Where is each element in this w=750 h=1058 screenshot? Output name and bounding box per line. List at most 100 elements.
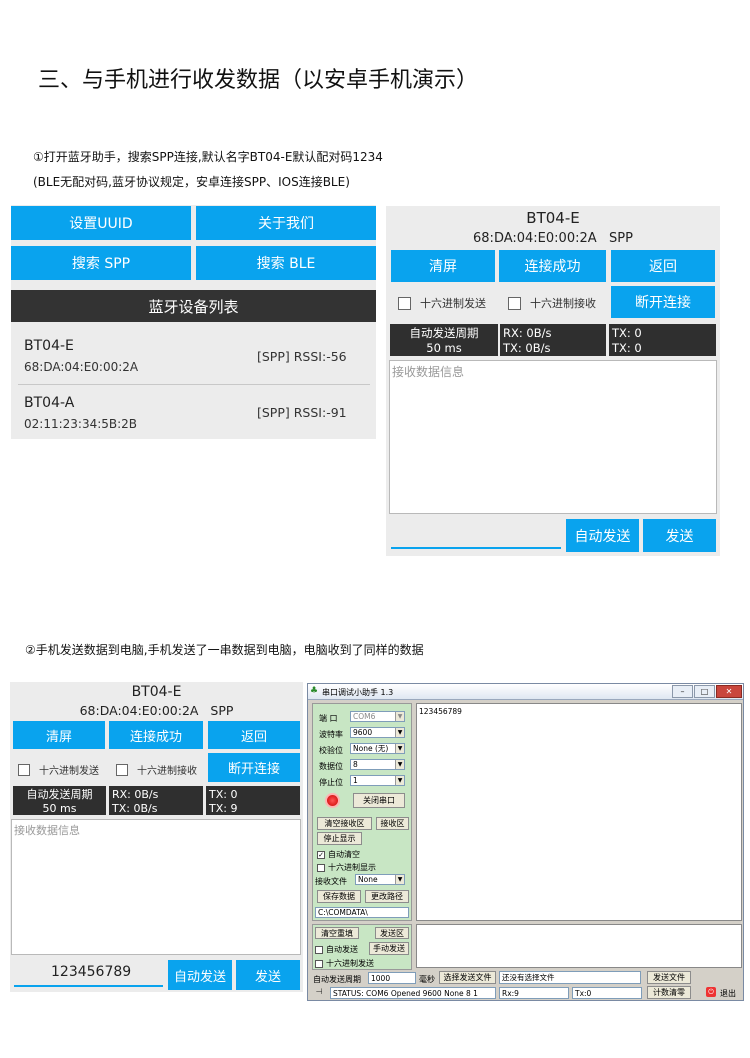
- close-port-button[interactable]: 关闭串口: [353, 793, 405, 808]
- device-mac: 68:DA:04:E0:00:2A: [24, 360, 139, 374]
- rx-rate: RX: 0B/s TX: 0B/s: [500, 324, 606, 356]
- auto-send-period[interactable]: 自动发送周期 50 ms: [390, 324, 498, 356]
- period-label: 自动发送周期: [313, 975, 361, 984]
- file-path-field: 还没有选择文件: [499, 971, 641, 984]
- send-input[interactable]: 123456789: [14, 960, 163, 987]
- chevron-down-icon: ▼: [395, 760, 404, 769]
- databits-select[interactable]: 8 ▼: [350, 759, 405, 770]
- chevron-down-icon: ▼: [395, 728, 404, 737]
- auto-clear-checkbox[interactable]: ✓ 自动清空: [317, 849, 360, 860]
- period-label: 自动发送周期: [26, 788, 93, 801]
- count-clear-button[interactable]: 计数清零: [647, 986, 691, 999]
- disconnect-button[interactable]: 断开连接: [208, 753, 300, 782]
- auto-send-period[interactable]: 自动发送周期 50 ms: [13, 786, 106, 815]
- step1-line2: (BLE无配对码,蓝牙协议规定，安卓连接SPP、IOS连接BLE): [33, 175, 350, 189]
- checkmark-icon: ✓: [317, 850, 325, 859]
- send-button[interactable]: 发送: [236, 960, 300, 990]
- search-spp-button[interactable]: 搜索 SPP: [11, 246, 191, 280]
- about-us-button[interactable]: 关于我们: [196, 206, 376, 240]
- period-input[interactable]: 1000: [368, 972, 416, 984]
- device-name: BT04-A: [24, 395, 75, 411]
- device-name: BT04-E: [24, 338, 74, 354]
- hex-send-label: 十六进制发送: [39, 766, 99, 777]
- chevron-down-icon: ▼: [395, 744, 404, 753]
- change-path-button[interactable]: 更改路径: [365, 890, 409, 903]
- stop-display-button[interactable]: 停止显示: [317, 832, 362, 845]
- send-area-button[interactable]: 发送区: [375, 927, 409, 939]
- device-name: BT04-E: [131, 684, 182, 700]
- maximize-icon[interactable]: □: [694, 685, 715, 698]
- back-button[interactable]: 返回: [611, 250, 715, 282]
- checkbox-icon: [317, 863, 325, 872]
- stopbits-label: 停止位: [319, 778, 343, 787]
- hex-display-checkbox[interactable]: 十六进制显示: [317, 862, 376, 873]
- chevron-down-icon: ▼: [395, 875, 404, 884]
- chevron-down-icon: ▼: [395, 712, 404, 721]
- settings-panel: 端 口 COM6 ▼ 波特率 9600 ▼ 校验位 None (无) ▼ 数据位 8 ▼…: [312, 703, 412, 921]
- device-name: BT04-E: [526, 209, 580, 227]
- checkbox-icon: [116, 763, 128, 776]
- minimize-icon[interactable]: –: [672, 685, 693, 698]
- device-mac: 68:DA:04:E0:00:2A SPP: [79, 703, 234, 718]
- manual-send-button[interactable]: 手动发送: [369, 942, 409, 955]
- period-label: 自动发送周期: [409, 326, 479, 340]
- serial-send-area[interactable]: [416, 924, 742, 968]
- auto-send-checkbox[interactable]: 自动发送: [315, 944, 358, 955]
- rx-rate: RX: 0B/s TX: 0B/s: [109, 786, 203, 815]
- port-label: 端 口: [319, 714, 338, 723]
- ms-label: 毫秒: [419, 975, 435, 984]
- hex-send-checkbox[interactable]: 十六进制发送: [398, 295, 486, 311]
- hex-recv-checkbox[interactable]: 十六进制接收: [116, 762, 197, 777]
- device-row[interactable]: BT04-E 68:DA:04:E0:00:2A [SPP] RSSI:-56: [11, 328, 376, 383]
- recv-file-label: 接收文件: [315, 877, 347, 886]
- status-bar: STATUS: COM6 Opened 9600 None 8 1: [330, 987, 496, 999]
- checkbox-icon: [398, 296, 411, 310]
- clear-button[interactable]: 清屏: [391, 250, 495, 282]
- disconnect-button[interactable]: 断开连接: [611, 286, 715, 318]
- recv-area-button[interactable]: 接收区: [376, 817, 409, 830]
- hex-recv-label: 十六进制接收: [530, 297, 596, 310]
- device-info: [SPP] RSSI:-56: [257, 349, 347, 364]
- checkbox-icon: [18, 763, 30, 776]
- clear-recv-button[interactable]: 清空接收区: [317, 817, 372, 830]
- connected-button[interactable]: 连接成功: [109, 721, 203, 749]
- exit-button[interactable]: 退出: [720, 988, 736, 999]
- parity-select[interactable]: None (无) ▼: [350, 743, 405, 754]
- hex-send-label: 十六进制发送: [420, 297, 486, 310]
- clear-button[interactable]: 清屏: [13, 721, 105, 749]
- chevron-down-icon: ▼: [395, 776, 404, 785]
- device-list-title: 蓝牙设备列表: [11, 290, 376, 322]
- choose-file-button[interactable]: 选择发送文件: [439, 971, 496, 984]
- port-select[interactable]: COM6 ▼: [350, 711, 405, 722]
- back-button[interactable]: 返回: [208, 721, 300, 749]
- databits-label: 数据位: [319, 762, 343, 771]
- app-icon: ♣: [310, 686, 319, 696]
- baud-select[interactable]: 9600 ▼: [350, 727, 405, 738]
- device-row[interactable]: BT04-A 02:11:23:34:5B:2B [SPP] RSSI:-91: [11, 386, 376, 438]
- auto-send-button[interactable]: 自动发送: [566, 519, 639, 552]
- set-uuid-button[interactable]: 设置UUID: [11, 206, 191, 240]
- app-screen-2: BT04-E 68:DA:04:E0:00:2A SPP 清屏 连接成功 返回 …: [10, 682, 303, 992]
- device-mac: 02:11:23:34:5B:2B: [24, 417, 138, 431]
- search-ble-button[interactable]: 搜索 BLE: [196, 246, 376, 280]
- tx-count-line2: TX: 9: [209, 802, 238, 815]
- send-button[interactable]: 发送: [643, 519, 716, 552]
- serial-receive-area[interactable]: 123456789: [416, 703, 742, 921]
- close-icon[interactable]: ✕: [716, 685, 742, 698]
- path-field[interactable]: C:\COMDATA\: [315, 907, 409, 918]
- step2-line1: ②手机发送数据到电脑,手机发送了一串数据到电脑，电脑收到了同样的数据: [25, 643, 424, 657]
- connected-button[interactable]: 连接成功: [499, 250, 606, 282]
- send-file-button[interactable]: 发送文件: [647, 971, 691, 984]
- hex-send-checkbox[interactable]: 十六进制发送: [315, 958, 374, 969]
- auto-send-button[interactable]: 自动发送: [168, 960, 232, 990]
- stopbits-select[interactable]: 1 ▼: [350, 775, 405, 786]
- checkbox-icon: [315, 959, 323, 968]
- send-input[interactable]: [391, 519, 561, 549]
- hex-recv-checkbox[interactable]: 十六进制接收: [508, 295, 596, 311]
- save-data-button[interactable]: 保存数据: [317, 890, 361, 903]
- hex-send-checkbox[interactable]: 十六进制发送: [18, 762, 99, 777]
- receive-area[interactable]: 接收数据信息: [11, 819, 301, 955]
- receive-area[interactable]: 接收数据信息: [389, 360, 717, 514]
- clear-resend-button[interactable]: 清空重填: [315, 927, 359, 939]
- recv-file-select[interactable]: None ▼: [355, 874, 405, 885]
